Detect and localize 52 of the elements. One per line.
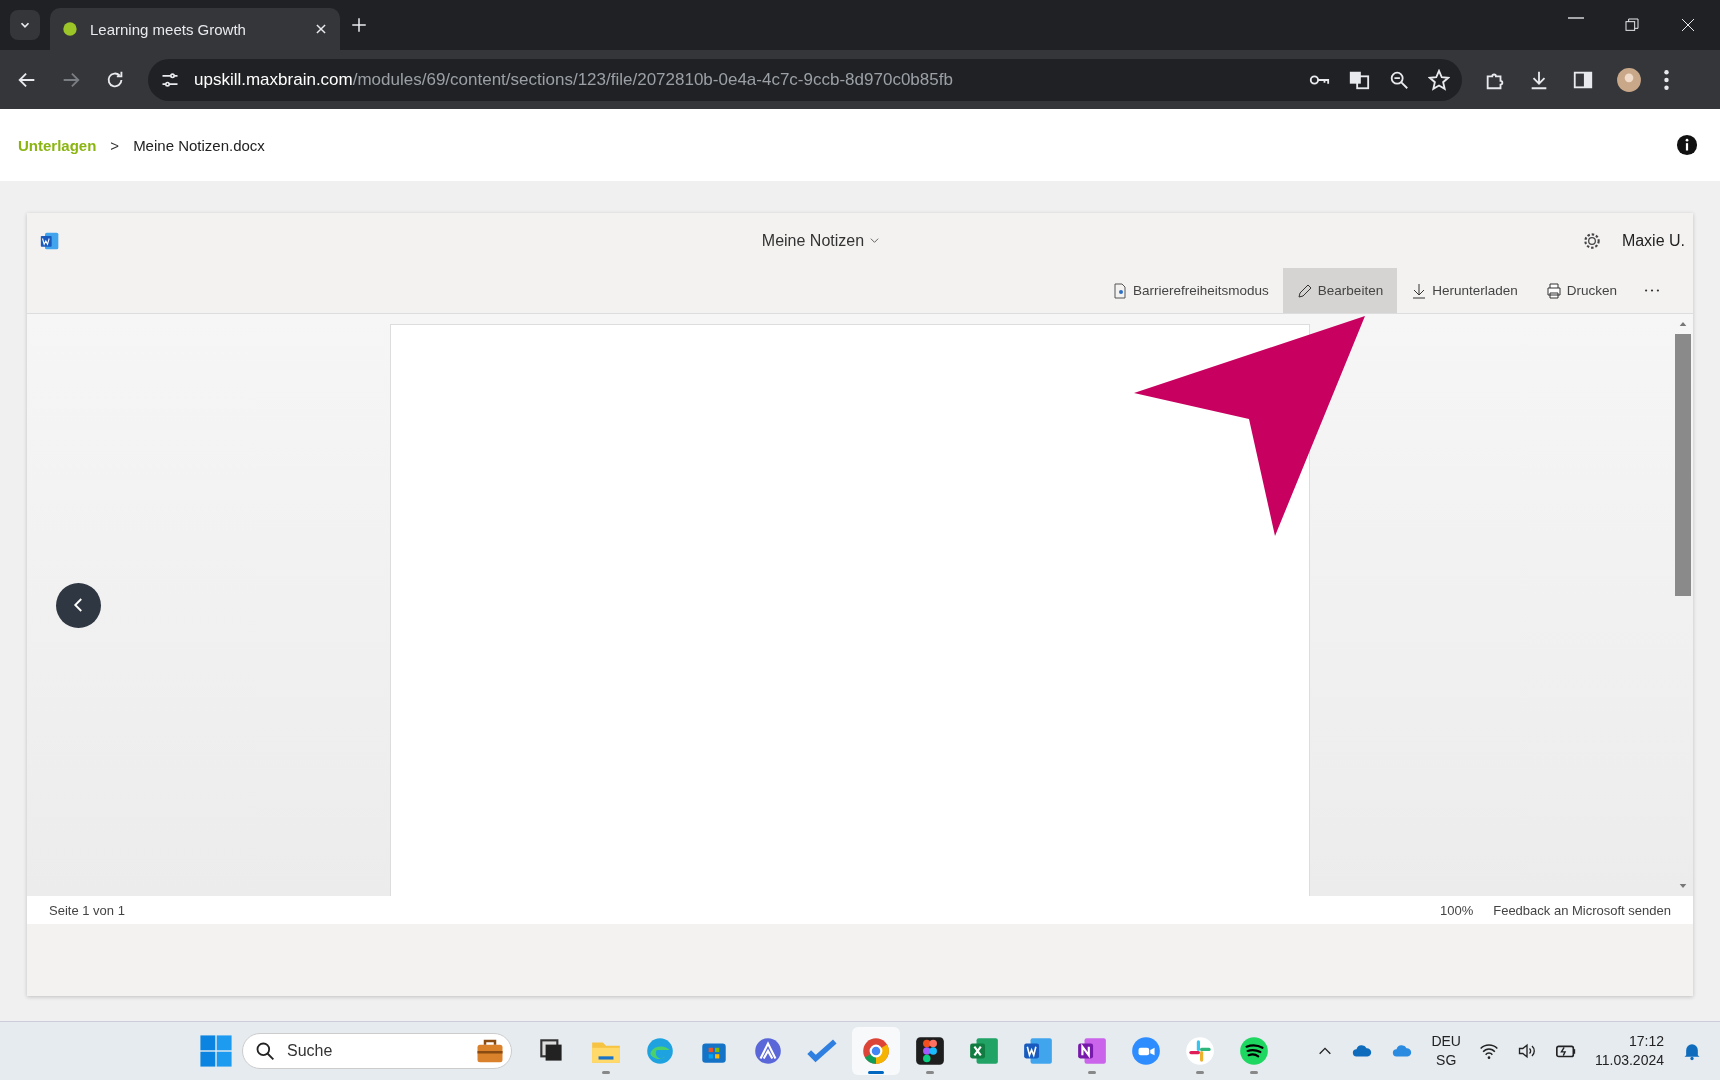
feedback-link[interactable]: Feedback an Microsoft senden [1493,902,1671,918]
figma-icon [914,1035,946,1067]
onenote-icon [1076,1035,1108,1067]
chrome-icon [860,1035,892,1067]
clock[interactable]: 17:12 11.03.2024 [1594,1032,1664,1070]
edge-icon [644,1035,676,1067]
url-text: upskill.maxbrain.com/modules/69/content/sections/123/file/2072810b-0e4a-4c7c-9ccb-8d970c0b85fb [194,69,953,90]
slack-icon [1184,1035,1216,1067]
close-icon [314,22,328,36]
minimize-icon [1568,17,1584,19]
speaker-icon [1516,1041,1537,1061]
breadcrumb-current: Meine Notizen.docx [133,136,265,154]
download-icon [1411,282,1428,299]
edit-icon [1296,282,1313,299]
toolbar-button[interactable]: Barrierefreiheitsmodus [1098,268,1283,313]
menu-icon [1664,69,1669,90]
breadcrumb-separator: > [110,136,120,154]
zoom-level[interactable]: 100% [1439,902,1474,918]
info-icon [1676,134,1698,156]
browser-tab[interactable]: Learning meets Growth [50,8,340,50]
close-icon [1680,17,1696,33]
search-icon [255,1041,275,1061]
tab-title: Learning meets Growth [90,20,247,38]
previous-button[interactable] [56,582,101,628]
toolbar-button[interactable]: Herunterladen [1397,268,1532,313]
star-icon [1428,68,1450,91]
excel-icon [968,1035,1000,1067]
input-language[interactable]: DEU SG [1431,1032,1461,1070]
document-title[interactable]: Meine Notizen [761,231,865,250]
scroll-down-icon [1679,882,1687,890]
restore-icon [1624,17,1640,33]
chevron-down-icon [869,235,881,246]
toolbar-button[interactable]: Bearbeiten [1282,268,1398,313]
scroll-up-icon [1679,320,1687,328]
settings-icon [1581,230,1602,251]
word-logo-icon [40,230,60,251]
plus-icon [350,16,368,34]
page-count: Seite 1 von 1 [49,902,125,918]
windows-icon [199,1034,233,1068]
wifi-icon [1478,1041,1499,1061]
taskbar-search[interactable]: Suche [242,1033,512,1069]
more-icon [1645,289,1659,292]
address-bar[interactable]: upskill.maxbrain.com/modules/69/content/sections/123/file/2072810b-0e4a-4c7c-9ccb-8d970c0b85fb [148,58,1462,101]
user-name[interactable]: Maxie U. [1621,231,1685,250]
word-icon [1022,1035,1054,1067]
toolbar-button[interactable]: Drucken [1531,268,1631,313]
avatar-icon [1616,66,1642,93]
tab-list-button[interactable] [10,10,40,40]
zoom-icon [1130,1035,1162,1067]
spotify-icon [1238,1035,1270,1067]
print-icon [1545,282,1562,299]
bell-icon [1682,1041,1702,1061]
